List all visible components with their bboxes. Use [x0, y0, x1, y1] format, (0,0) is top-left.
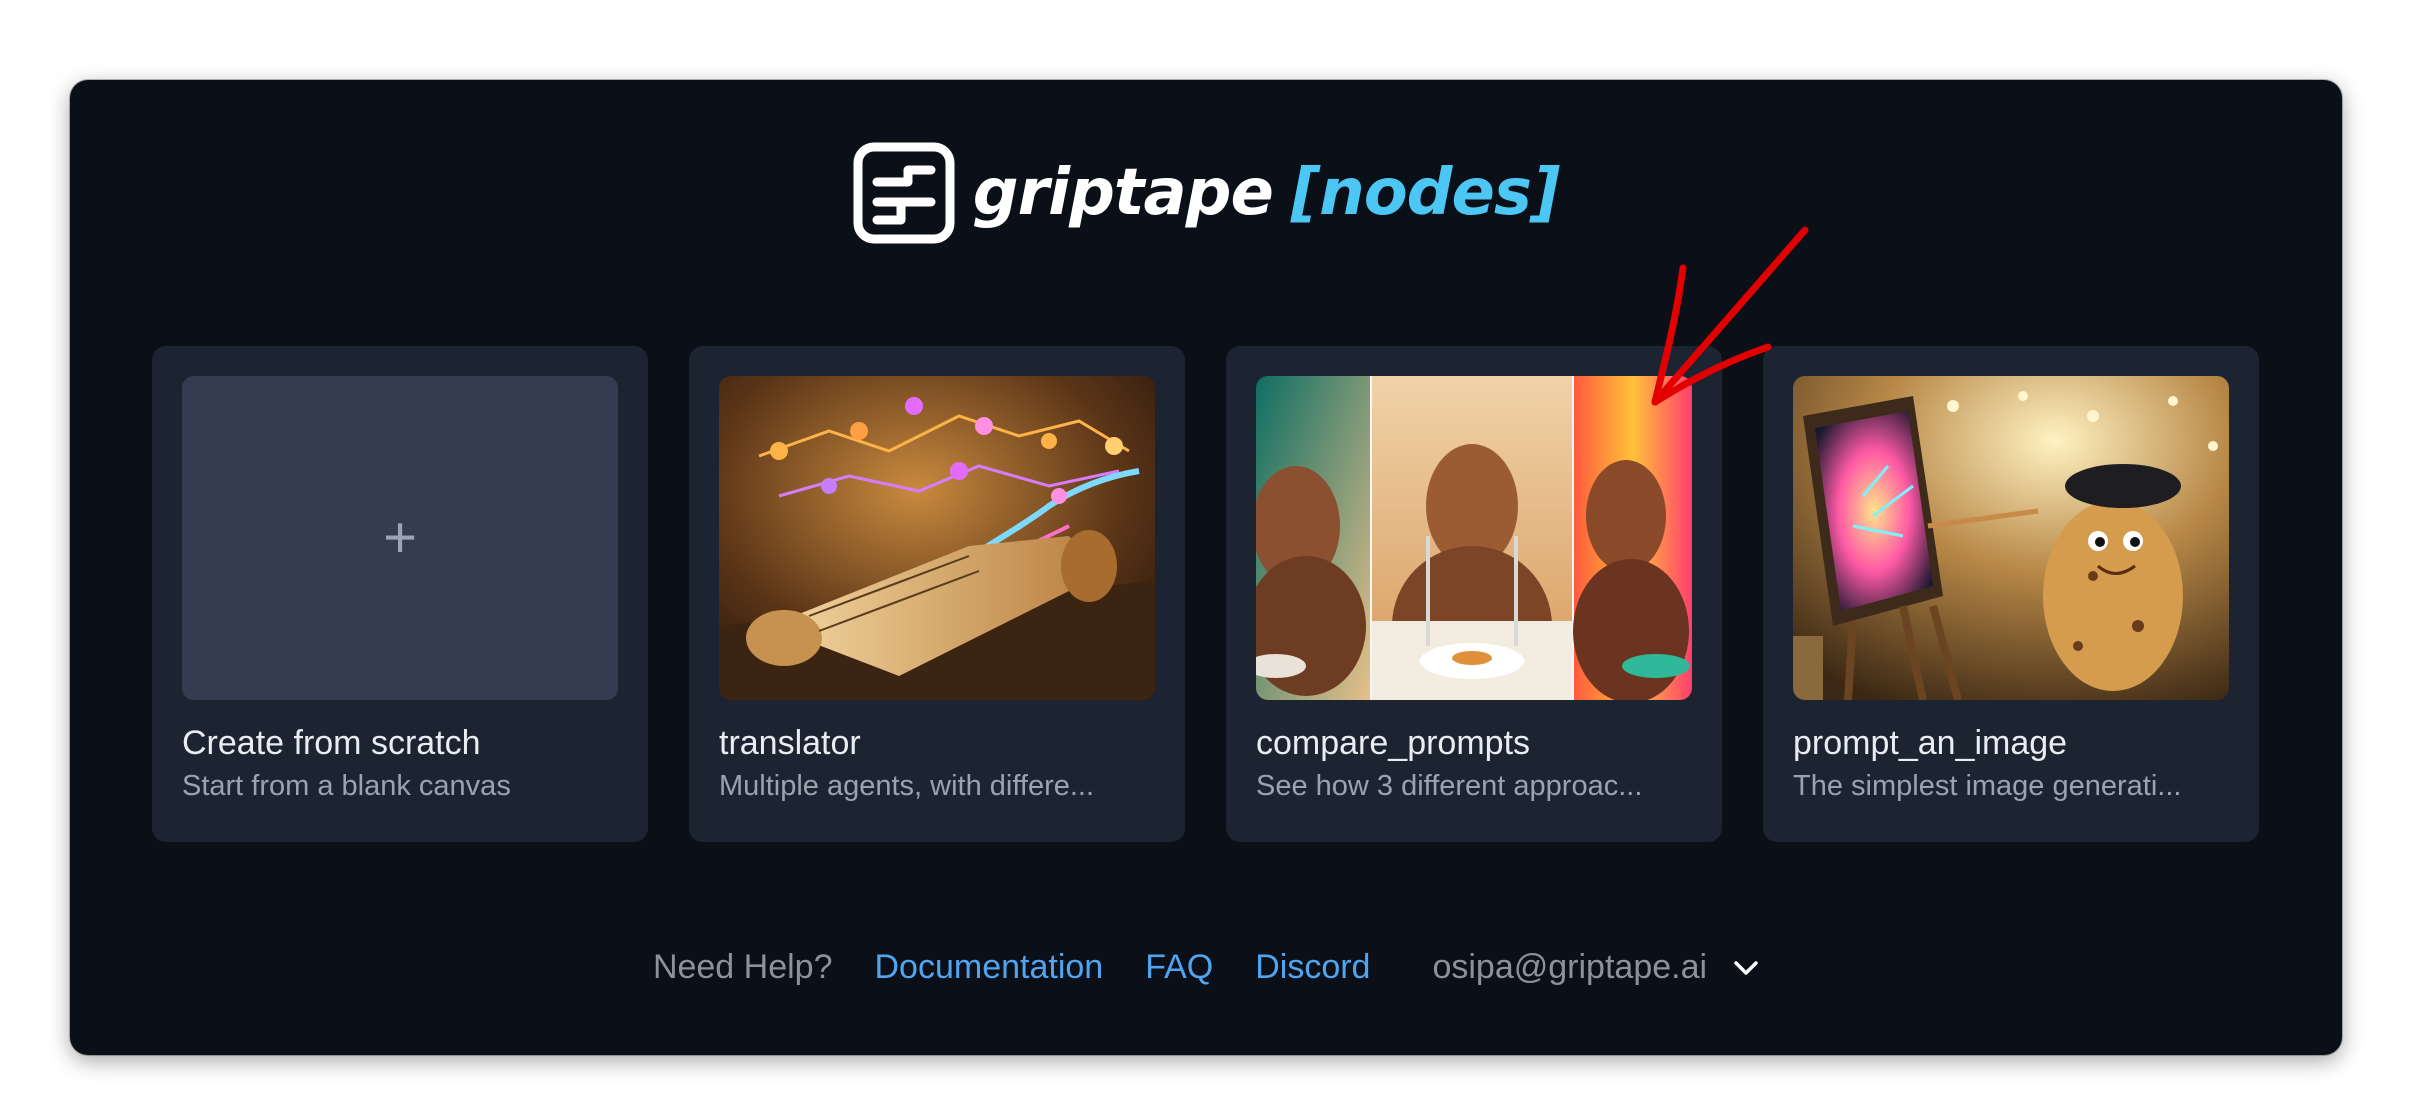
card-translator[interactable]: translator Multiple agents, with differe…: [689, 346, 1185, 842]
brand-name: griptape: [972, 156, 1274, 230]
card-title: prompt_an_image: [1793, 724, 2068, 762]
discord-link[interactable]: Discord: [1255, 948, 1370, 987]
griptape-logo: griptape [nodes]: [70, 142, 2342, 244]
help-label: Need Help?: [652, 948, 833, 986]
card-compare-prompts[interactable]: compare_prompts See how 3 different appr…: [1226, 346, 1722, 842]
start-screen: griptape [nodes] + Create from scratch St…: [70, 80, 2342, 1055]
faq-link[interactable]: FAQ: [1145, 948, 1213, 987]
card-title: translator: [719, 724, 861, 762]
plus-icon: +: [383, 505, 417, 570]
compare-prompts-thumbnail: [1256, 376, 1692, 700]
brand-product: [nodes]: [1290, 156, 1560, 230]
card-title: Create from scratch: [182, 724, 481, 762]
card-description: Multiple agents, with differe...: [719, 770, 1095, 802]
card-description: Start from a blank canvas: [182, 770, 511, 802]
documentation-link[interactable]: Documentation: [875, 948, 1104, 987]
card-description: The simplest image generati...: [1793, 770, 2182, 802]
card-create-from-scratch[interactable]: + Create from scratch Start from a blank…: [152, 346, 648, 842]
account-email: osipa@griptape.ai: [1432, 948, 1708, 986]
account-menu[interactable]: osipa@griptape.ai: [1432, 948, 1759, 987]
translator-thumbnail: [719, 376, 1155, 700]
griptape-logo-icon: [853, 142, 955, 244]
prompt-an-image-thumbnail: [1793, 376, 2229, 700]
card-description: See how 3 different approac...: [1256, 770, 1643, 802]
chevron-down-icon: [1734, 960, 1758, 975]
footer: Need Help? Documentation FAQ Discord osi…: [70, 948, 2342, 987]
card-title: compare_prompts: [1256, 724, 1531, 762]
card-thumbnail: +: [182, 376, 618, 700]
card-prompt-an-image[interactable]: prompt_an_image The simplest image gener…: [1763, 346, 2259, 842]
